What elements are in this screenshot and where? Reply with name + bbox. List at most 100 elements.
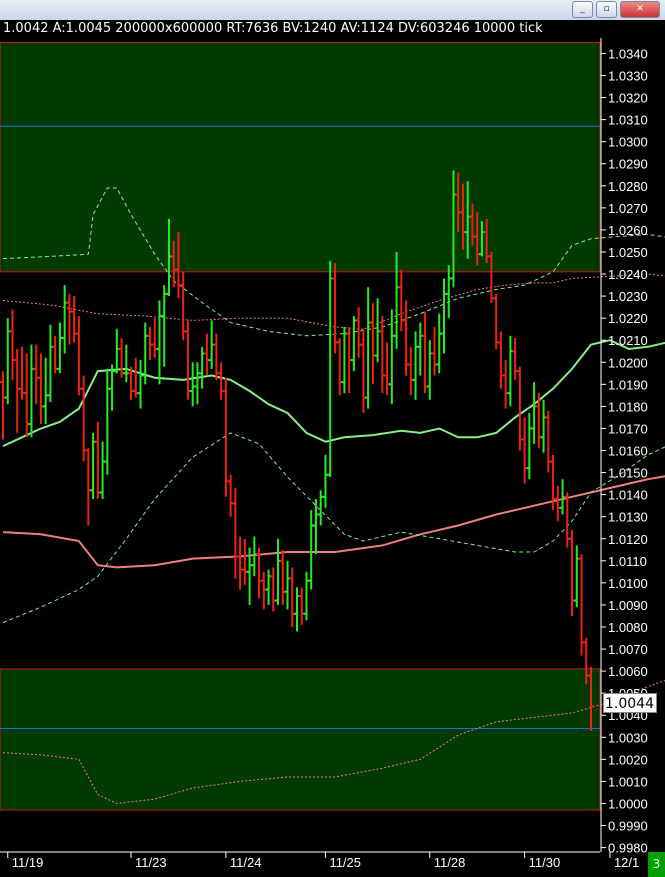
price-bar <box>237 536 244 590</box>
y-tick-label: 1.0280 <box>608 179 648 194</box>
y-tick-label: 1.0100 <box>608 576 648 591</box>
price-bar <box>426 340 433 400</box>
price-chart[interactable]: 1.0340 1.0330 1.0320 1.0310 1.0300 1.0290 1.02… <box>0 0 665 877</box>
zone-upper <box>0 41 601 273</box>
price-bar <box>184 320 191 400</box>
price-bar <box>180 271 187 341</box>
price-bar <box>151 318 158 358</box>
y-tick-label: 0.9980 <box>608 841 648 856</box>
y-tick-label: 1.0250 <box>608 245 648 260</box>
price-bar <box>355 307 362 358</box>
y-tick-label: 1.0070 <box>608 642 648 657</box>
price-bar <box>384 342 391 396</box>
price-bar <box>14 349 21 433</box>
price-bar <box>516 366 523 451</box>
y-tick-label: 1.0090 <box>608 598 648 613</box>
price-bar <box>336 338 343 396</box>
x-tick-label: 11/30 <box>529 855 561 870</box>
y-tick-label: 1.0180 <box>608 399 648 414</box>
price-bar <box>445 265 452 319</box>
price-bar <box>113 329 120 374</box>
y-tick-label: 1.0340 <box>608 46 648 61</box>
price-bar <box>132 357 139 398</box>
price-bar <box>161 285 168 367</box>
price-bar <box>0 371 6 440</box>
price-bar <box>497 331 504 389</box>
x-tick-label: 11/28 <box>434 855 466 870</box>
x-tick-label: 11/24 <box>230 855 262 870</box>
price-bar <box>18 346 25 400</box>
zone-lower <box>0 668 601 811</box>
price-bar <box>275 538 282 605</box>
price-bar <box>436 313 443 374</box>
price-bar <box>350 315 357 372</box>
price-bar <box>379 315 386 394</box>
price-bar <box>284 560 291 610</box>
price-bar <box>388 309 395 405</box>
corner-badge[interactable]: 3 <box>648 852 665 877</box>
price-bar <box>507 335 514 407</box>
price-bar <box>422 311 429 394</box>
y-tick-label: 1.0290 <box>608 157 648 172</box>
y-tick-label: 1.0300 <box>608 135 648 150</box>
price-bar <box>90 432 97 500</box>
y-tick-label: 1.0200 <box>608 355 648 370</box>
y-tick-label: 0.9990 <box>608 819 648 834</box>
series-ma_fast <box>2 339 665 448</box>
price-bar <box>327 260 334 477</box>
price-bar <box>194 362 201 405</box>
price-bar <box>521 417 528 484</box>
price-bar <box>227 474 234 517</box>
price-bar <box>260 571 267 610</box>
y-tick-label: 1.0020 <box>608 752 648 767</box>
x-tick-label: 12/1 <box>614 855 639 870</box>
price-bar <box>279 549 286 605</box>
price-bar <box>303 571 310 621</box>
y-tick-label: 1.0130 <box>608 510 648 525</box>
price-bar <box>61 285 68 354</box>
y-tick-label: 1.0000 <box>608 796 648 811</box>
price-bar <box>289 567 296 627</box>
price-bar <box>52 335 59 374</box>
price-bar <box>137 360 144 409</box>
y-tick-label: 1.0320 <box>608 91 648 106</box>
price-bar <box>189 362 196 407</box>
price-bar <box>123 344 130 383</box>
y-tick-label: 1.0060 <box>608 664 648 679</box>
price-bar <box>369 302 376 385</box>
price-bar <box>298 587 305 625</box>
y-tick-label: 1.0110 <box>608 554 647 569</box>
quote-line: 1.0042 A:1.0045 200000x600000 RT:7636 BV… <box>0 20 602 38</box>
price-bar <box>42 357 49 425</box>
y-tick-label: 1.0210 <box>608 333 648 348</box>
price-bar <box>270 567 277 612</box>
price-bar <box>218 362 225 400</box>
price-bar <box>80 375 87 462</box>
price-bar <box>104 368 111 475</box>
price-bar <box>28 344 35 438</box>
price-bar <box>407 346 414 396</box>
price-bar <box>578 554 585 656</box>
y-tick-label: 1.0310 <box>608 113 648 128</box>
y-tick-label: 1.0160 <box>608 444 648 459</box>
price-bar <box>431 326 438 376</box>
price-bar <box>502 360 509 409</box>
price-bar <box>341 326 348 394</box>
x-tick-label: 11/23 <box>135 855 167 870</box>
price-bar <box>56 322 63 374</box>
price-bar <box>360 329 367 414</box>
y-tick-label: 1.0260 <box>608 223 648 238</box>
price-bar <box>540 399 547 453</box>
price-bar <box>569 529 576 616</box>
price-bar <box>374 298 381 363</box>
price-bar <box>94 421 101 500</box>
price-bar <box>531 382 538 444</box>
price-bar <box>412 331 419 400</box>
price-bar <box>118 338 125 378</box>
price-bar <box>554 485 561 522</box>
price-bar <box>156 300 163 385</box>
price-bar <box>66 293 73 345</box>
price-bar <box>251 536 258 577</box>
price-bar <box>99 441 106 500</box>
price-bar <box>322 454 329 508</box>
